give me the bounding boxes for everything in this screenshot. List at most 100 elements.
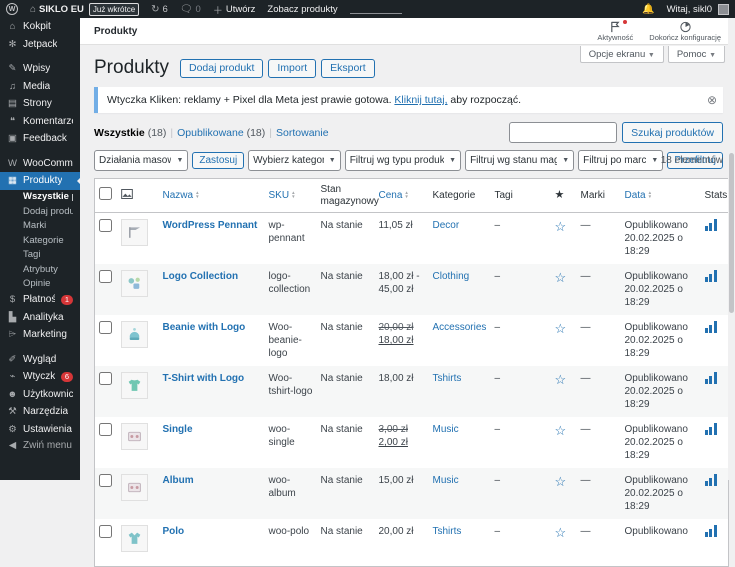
sidebar-item-analityka[interactable]: ▙Analityka <box>0 309 80 327</box>
sidebar-item-feedback[interactable]: ▣Feedback <box>0 130 80 148</box>
sidebar-item-kokpit[interactable]: ⌂Kokpit <box>0 18 80 36</box>
sidebar-item-marketing[interactable]: ⌲Marketing <box>0 326 80 344</box>
product-thumbnail[interactable] <box>121 321 148 348</box>
adminbar-inline-input[interactable] <box>350 4 402 14</box>
select-all-checkbox[interactable] <box>99 187 112 200</box>
filter-select-2[interactable]: Filtruj wg stanu magazynowego▼ <box>465 150 574 171</box>
sidebar-item-wpisy[interactable]: ✎Wpisy <box>0 60 80 78</box>
sidebar-item-wygl-d[interactable]: ✐Wygląd <box>0 351 80 369</box>
view-link-wszystkie[interactable]: Wszystkie (18) <box>94 127 166 139</box>
finish-setup-button[interactable]: Dokończ konfigurację <box>649 21 721 42</box>
category-link[interactable]: Tshirts <box>433 373 462 384</box>
feature-star-icon[interactable]: ☆ <box>555 372 567 387</box>
submenu-item-wszystkie-produkty[interactable]: Wszystkie produkty <box>0 190 80 205</box>
action-button-eksport[interactable]: Eksport <box>321 59 375 78</box>
wp-logo-menu[interactable]: W <box>0 0 24 18</box>
my-account-menu[interactable]: Witaj, sikl0 <box>661 0 735 18</box>
stats-icon[interactable] <box>705 525 717 537</box>
scrollbar-thumb[interactable] <box>729 153 734 313</box>
notifications-menu[interactable]: 🔔 <box>636 0 660 18</box>
search-input[interactable] <box>509 122 617 143</box>
action-button-import[interactable]: Import <box>268 59 316 78</box>
help-button[interactable]: Pomoc ▼ <box>668 46 725 63</box>
row-checkbox[interactable] <box>99 474 112 487</box>
bulk-actions-select[interactable]: Działania masowe▼ <box>94 150 188 171</box>
screen-options-button[interactable]: Opcje ekranu ▼ <box>580 46 664 63</box>
filter-select-1[interactable]: Filtruj wg typu produktu▼ <box>345 150 461 171</box>
submenu-item-kategorie[interactable]: Kategorie <box>0 233 80 248</box>
sidebar-item-wtyczki[interactable]: ⌁Wtyczki6 <box>0 368 80 386</box>
notice-link[interactable]: Kliknij tutaj, <box>394 94 447 106</box>
row-checkbox[interactable] <box>99 423 112 436</box>
product-name-link[interactable]: WordPress Pennant <box>163 220 258 231</box>
feature-star-icon[interactable]: ☆ <box>555 474 567 489</box>
collapse-menu[interactable]: ◀ Zwiń menu <box>0 437 80 455</box>
product-name-link[interactable]: T-Shirt with Logo <box>163 373 245 384</box>
action-button-dodaj-produkt[interactable]: Dodaj produkt <box>180 59 263 78</box>
activity-button[interactable]: Aktywność <box>597 21 633 42</box>
site-name-menu[interactable]: ⌂ SIKLO EU Już wkrótce <box>24 0 145 18</box>
product-thumbnail[interactable] <box>121 525 148 552</box>
comments-menu[interactable]: 🗨 0 <box>174 0 207 18</box>
category-link[interactable]: Clothing <box>433 271 470 282</box>
product-thumbnail[interactable] <box>121 219 148 246</box>
row-checkbox[interactable] <box>99 321 112 334</box>
product-thumbnail[interactable] <box>121 270 148 297</box>
sidebar-item-komentarze[interactable]: ❝Komentarze <box>0 113 80 131</box>
category-link[interactable]: Accessories <box>433 322 487 333</box>
view-products-link[interactable]: Zobacz produkty <box>261 0 343 18</box>
category-link[interactable]: Decor <box>433 220 460 231</box>
sidebar-item-produkty[interactable]: ▦Produkty <box>0 172 80 190</box>
row-checkbox[interactable] <box>99 525 112 538</box>
sidebar-item-narz-dzia[interactable]: ⚒Narzędzia <box>0 403 80 421</box>
product-thumbnail[interactable] <box>121 474 148 501</box>
product-name-link[interactable]: Album <box>163 475 194 486</box>
stats-icon[interactable] <box>705 372 717 384</box>
sidebar-item-p-atno-ci[interactable]: $Płatności1 <box>0 291 80 309</box>
category-link[interactable]: Music <box>433 475 459 486</box>
stats-icon[interactable] <box>705 321 717 333</box>
row-checkbox[interactable] <box>99 219 112 232</box>
apply-button[interactable]: Zastosuj <box>192 152 244 169</box>
submenu-item-tagi[interactable]: Tagi <box>0 248 80 263</box>
sidebar-item-u-ytkownicy[interactable]: ☻Użytkownicy <box>0 386 80 404</box>
stats-icon[interactable] <box>705 474 717 486</box>
sidebar-item-jetpack[interactable]: ✻Jetpack <box>0 36 80 54</box>
filter-select-0[interactable]: Wybierz kategorię▼ <box>248 150 341 171</box>
sort-link[interactable]: Data▲▼ <box>625 190 653 201</box>
sidebar-item-media[interactable]: ♫Media <box>0 78 80 96</box>
feature-star-icon[interactable]: ☆ <box>555 525 567 540</box>
stats-icon[interactable] <box>705 270 717 282</box>
product-name-link[interactable]: Logo Collection <box>163 271 239 282</box>
sort-link[interactable]: Nazwa▲▼ <box>163 190 200 201</box>
category-link[interactable]: Tshirts <box>433 526 462 537</box>
sidebar-item-woocommerce[interactable]: WWooCommerce <box>0 155 80 173</box>
sort-link[interactable]: SKU▲▼ <box>269 190 296 201</box>
row-checkbox[interactable] <box>99 270 112 283</box>
stats-icon[interactable] <box>705 219 717 231</box>
view-link-opublikowane[interactable]: Opublikowane (18) <box>177 127 265 139</box>
sidebar-item-strony[interactable]: ▤Strony <box>0 95 80 113</box>
feature-star-icon[interactable]: ☆ <box>555 219 567 234</box>
search-products-button[interactable]: Szukaj produktów <box>622 122 723 143</box>
product-name-link[interactable]: Single <box>163 424 193 435</box>
view-link-sortowanie[interactable]: Sortowanie <box>276 127 329 139</box>
feature-star-icon[interactable]: ☆ <box>555 270 567 285</box>
dismiss-notice-icon[interactable]: ⊗ <box>707 93 717 107</box>
vertical-scrollbar[interactable] <box>728 18 735 480</box>
product-name-link[interactable]: Polo <box>163 526 185 537</box>
sidebar-item-ustawienia[interactable]: ⚙Ustawienia <box>0 421 80 439</box>
product-thumbnail[interactable] <box>121 372 148 399</box>
filter-select-3[interactable]: Filtruj po marce▼ <box>578 150 663 171</box>
feature-star-icon[interactable]: ☆ <box>555 423 567 438</box>
new-content-menu[interactable]: ＋ Utwórz <box>207 0 262 18</box>
updates-menu[interactable]: ↻ 6 <box>145 0 174 18</box>
stats-icon[interactable] <box>705 423 717 435</box>
submenu-item-atrybuty[interactable]: Atrybuty <box>0 262 80 277</box>
submenu-item-marki[interactable]: Marki <box>0 219 80 234</box>
sort-link[interactable]: Cena▲▼ <box>379 190 409 201</box>
submenu-item-opinie[interactable]: Opinie <box>0 277 80 292</box>
submenu-item-dodaj-produkt[interactable]: Dodaj produkt <box>0 204 80 219</box>
category-link[interactable]: Music <box>433 424 459 435</box>
row-checkbox[interactable] <box>99 372 112 385</box>
